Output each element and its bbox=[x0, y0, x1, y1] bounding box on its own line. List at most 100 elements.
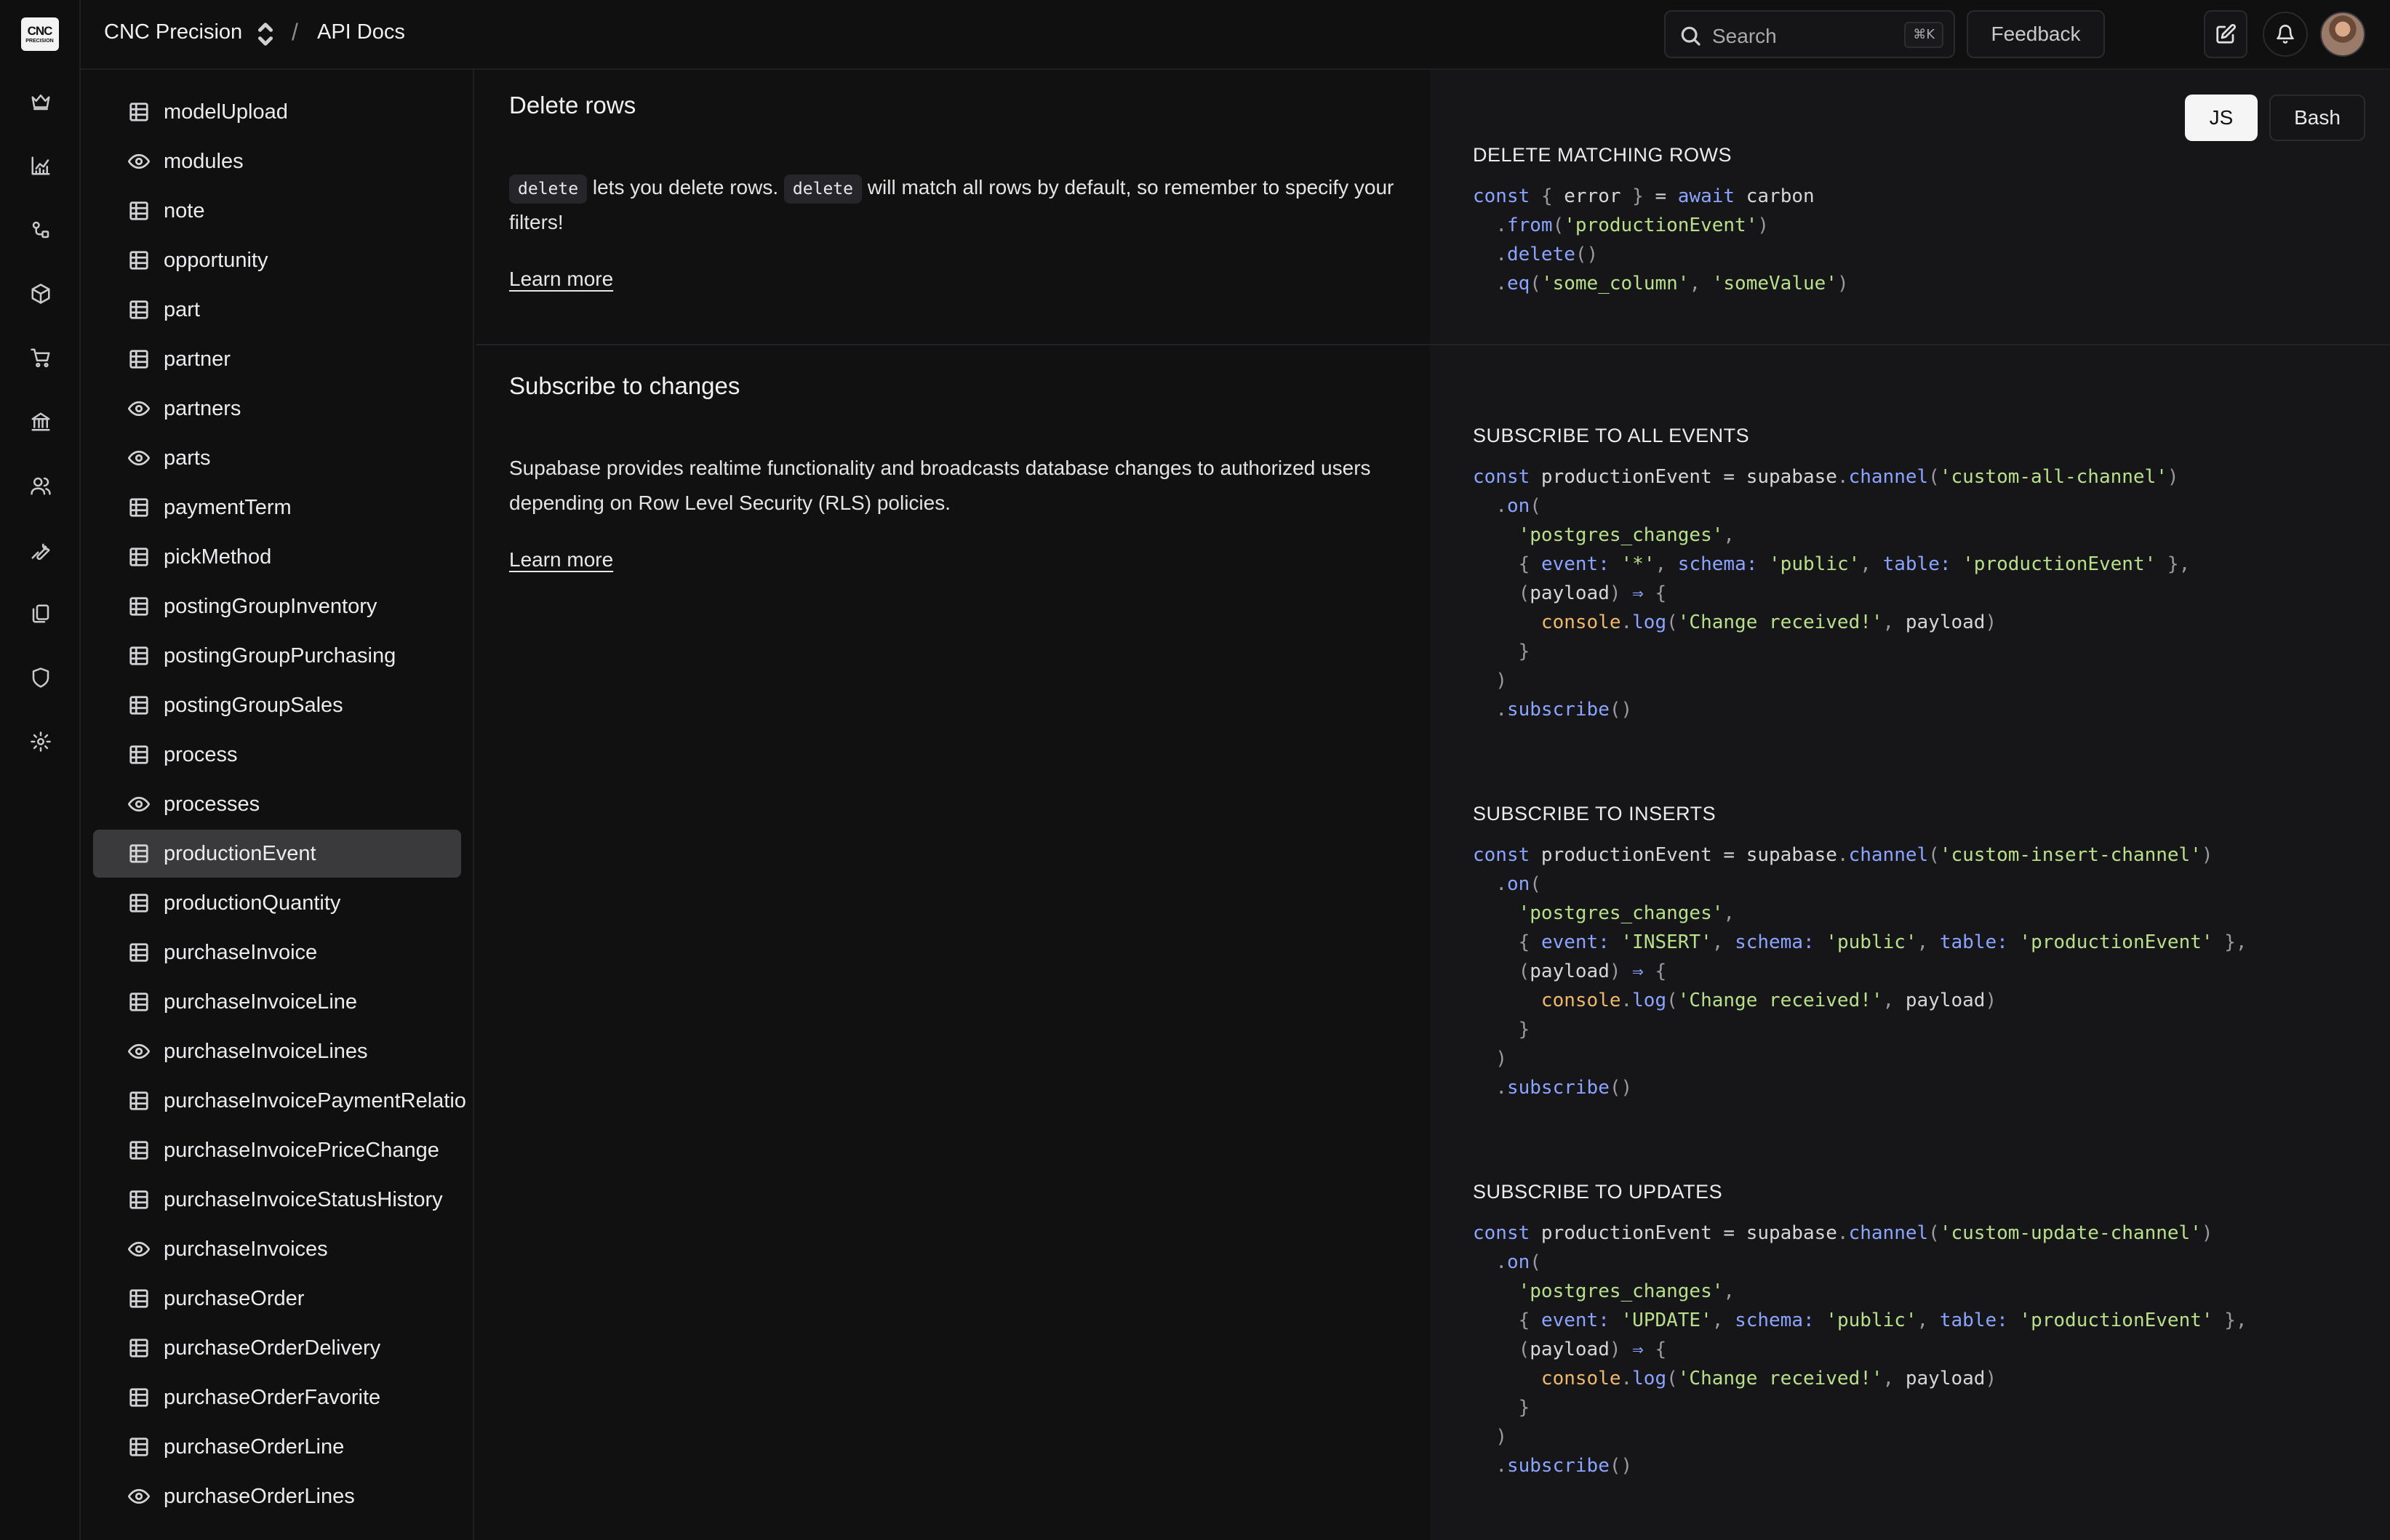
sidebar-item-opportunity[interactable]: opportunity bbox=[93, 236, 461, 284]
sidebar-item-parts[interactable]: parts bbox=[93, 434, 461, 482]
code-block-delete: const { error } = await carbon .from('pr… bbox=[1473, 185, 1849, 294]
search-placeholder: Search bbox=[1712, 25, 1777, 47]
section-title-subscribe: Subscribe to changes bbox=[509, 372, 740, 399]
table-icon bbox=[128, 694, 150, 716]
bell-icon bbox=[2277, 25, 2294, 44]
sidebar-item-label: modules bbox=[164, 149, 244, 173]
logo-subtext: PRECISION bbox=[25, 39, 54, 44]
code-heading-inserts: SUBSCRIBE TO INSERTS bbox=[1473, 803, 1716, 825]
shield-icon[interactable] bbox=[28, 665, 54, 691]
sidebar-item-partner[interactable]: partner bbox=[93, 335, 461, 383]
code-block-inserts: const productionEvent = supabase.channel… bbox=[1473, 844, 2247, 1099]
sidebar-item-label: purchaseOrderFavorite bbox=[164, 1385, 381, 1409]
tab-js[interactable]: JS bbox=[2185, 95, 2258, 141]
logo-text: CNC bbox=[27, 24, 53, 38]
sidebar-item-purchaseInvoiceLine[interactable]: purchaseInvoiceLine bbox=[93, 978, 461, 1026]
learn-more-link-delete[interactable]: Learn more bbox=[509, 268, 613, 291]
search-input[interactable]: Search ⌘K bbox=[1664, 10, 1955, 58]
chart-icon[interactable] bbox=[28, 153, 54, 179]
sidebar-item-purchaseInvoiceStatusHistory[interactable]: purchaseInvoiceStatusHistory bbox=[93, 1176, 461, 1224]
feedback-button[interactable]: Feedback bbox=[1967, 10, 2105, 58]
sidebar-item-pickMethod[interactable]: pickMethod bbox=[93, 533, 461, 581]
code-heading-delete: DELETE MATCHING ROWS bbox=[1473, 144, 1732, 166]
sidebar-item-postingGroupPurchasing[interactable]: postingGroupPurchasing bbox=[93, 632, 461, 680]
sidebar-item-purchaseOrder[interactable]: purchaseOrder bbox=[93, 1275, 461, 1323]
shapes-icon[interactable] bbox=[28, 217, 54, 243]
box-icon[interactable] bbox=[28, 281, 54, 307]
sidebar-item-purchaseOrderFavorite[interactable]: purchaseOrderFavorite bbox=[93, 1373, 461, 1421]
description-text: lets you delete rows. bbox=[587, 176, 784, 198]
company-switcher[interactable]: CNC Precision bbox=[104, 20, 242, 44]
sidebar-item-label: purchaseInvoice bbox=[164, 940, 318, 964]
gear-icon[interactable] bbox=[28, 729, 54, 755]
tab-bash[interactable]: Bash bbox=[2269, 95, 2365, 141]
sidebar-item-label: purchaseOrder bbox=[164, 1286, 305, 1310]
breadcrumb-page[interactable]: API Docs bbox=[317, 20, 405, 44]
table-icon bbox=[128, 1090, 150, 1112]
eye-icon bbox=[127, 793, 151, 815]
sidebar-item-productionQuantity[interactable]: productionQuantity bbox=[93, 879, 461, 927]
table-icon bbox=[128, 892, 150, 914]
edit-button[interactable] bbox=[2204, 10, 2247, 58]
sidebar-item-productionEvent[interactable]: productionEvent bbox=[93, 830, 461, 878]
sidebar-item-purchaseInvoice[interactable]: purchaseInvoice bbox=[93, 929, 461, 976]
sidebar-item-postingGroupSales[interactable]: postingGroupSales bbox=[93, 681, 461, 729]
sidebar-item-processes[interactable]: processes bbox=[93, 780, 461, 828]
cart-icon[interactable] bbox=[28, 345, 54, 371]
sidebar-item-purchaseOrderLine[interactable]: purchaseOrderLine bbox=[93, 1423, 461, 1471]
sidebar-item-purchaseInvoices[interactable]: purchaseInvoices bbox=[93, 1225, 461, 1273]
sidebar-item-note[interactable]: note bbox=[93, 187, 461, 235]
learn-more-link-subscribe[interactable]: Learn more bbox=[509, 548, 613, 572]
search-shortcut: ⌘K bbox=[1904, 22, 1943, 48]
sidebar-item-label: purchaseInvoicePaymentRelatio bbox=[164, 1088, 466, 1112]
sidebar-item-purchaseOrderDelivery[interactable]: purchaseOrderDelivery bbox=[93, 1324, 461, 1372]
sidebar-item-label: postingGroupInventory bbox=[164, 594, 377, 618]
bank-icon[interactable] bbox=[28, 409, 54, 435]
sidebar-item-label: purchaseInvoicePriceChange bbox=[164, 1138, 439, 1162]
table-icon bbox=[128, 843, 150, 865]
sidebar-item-label: modelUpload bbox=[164, 100, 288, 124]
table-icon bbox=[128, 1337, 150, 1359]
sidebar-item-label: purchaseOrderLine bbox=[164, 1435, 345, 1459]
sidebar-item-label: productionQuantity bbox=[164, 891, 341, 915]
sidebar-item-modelUpload[interactable]: modelUpload bbox=[93, 88, 461, 136]
sidebar-item-purchaseInvoicePaymentRelatio[interactable]: purchaseInvoicePaymentRelatio bbox=[93, 1077, 466, 1125]
sidebar-item-purchaseInvoicePriceChange[interactable]: purchaseInvoicePriceChange bbox=[93, 1126, 461, 1174]
sidebar-item-purchaseOrderLines[interactable]: purchaseOrderLines bbox=[93, 1472, 461, 1520]
sidebar-item-label: productionEvent bbox=[164, 841, 316, 865]
users-icon[interactable] bbox=[28, 473, 54, 499]
crown-icon[interactable] bbox=[28, 89, 54, 115]
sidebar-item-label: postingGroupSales bbox=[164, 693, 343, 717]
sidebar-item-label: partner bbox=[164, 347, 231, 371]
subscribe-description: Supabase provides realtime functionality… bbox=[509, 457, 1371, 514]
avatar[interactable] bbox=[2320, 12, 2365, 57]
sidebar-item-label: purchaseOrderDelivery bbox=[164, 1336, 381, 1360]
section-divider bbox=[476, 344, 2390, 345]
sidebar-item-label: parts bbox=[164, 446, 211, 470]
wrench-icon[interactable] bbox=[28, 537, 54, 563]
notifications-button[interactable] bbox=[2263, 12, 2308, 57]
sidebar-item-partners[interactable]: partners bbox=[93, 385, 461, 433]
table-sidebar: modelUpload modules note opportunity part par… bbox=[81, 70, 474, 1540]
table-icon bbox=[128, 942, 150, 963]
sidebar-item-label: purchaseInvoiceStatusHistory bbox=[164, 1187, 443, 1211]
sidebar-item-postingGroupInventory[interactable]: postingGroupInventory bbox=[93, 582, 461, 630]
docs-content bbox=[476, 70, 1430, 1540]
sidebar-item-part[interactable]: part bbox=[93, 286, 461, 334]
company-logo[interactable]: CNC PRECISION bbox=[20, 17, 59, 51]
sidebar-item-process[interactable]: process bbox=[93, 731, 461, 779]
sidebar-item-label: partners bbox=[164, 396, 241, 420]
table-icon bbox=[128, 249, 150, 271]
sidebar-item-label: postingGroupPurchasing bbox=[164, 643, 396, 667]
sidebar-item-label: purchaseInvoiceLine bbox=[164, 990, 358, 1014]
chevron-updown-icon[interactable] bbox=[255, 22, 276, 47]
files-icon[interactable] bbox=[28, 601, 54, 627]
sidebar-item-paymentTerm[interactable]: paymentTerm bbox=[93, 484, 461, 532]
code-snippet: delete bbox=[509, 175, 588, 204]
sidebar-item-label: purchaseInvoiceLines bbox=[164, 1039, 368, 1063]
sidebar-item-purchaseInvoiceLines[interactable]: purchaseInvoiceLines bbox=[93, 1027, 461, 1075]
table-icon bbox=[128, 1139, 150, 1161]
code-block-all: const productionEvent = supabase.channel… bbox=[1473, 466, 2191, 721]
sidebar-item-modules[interactable]: modules bbox=[93, 137, 461, 185]
search-icon bbox=[1679, 24, 1702, 47]
